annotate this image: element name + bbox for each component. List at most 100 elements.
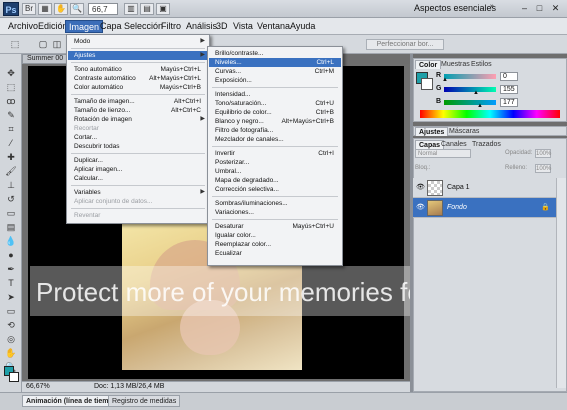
channel-slider-g[interactable] <box>444 87 496 92</box>
menu-item[interactable]: Sombras/iluminaciones... <box>209 199 341 208</box>
zoom-tool-icon[interactable]: 🔍 <box>70 3 84 15</box>
channel-knob-icon[interactable]: ▲ <box>442 77 448 83</box>
menu-item[interactable]: Igualar color... <box>209 231 341 240</box>
tab-channels[interactable]: Canales <box>438 140 470 149</box>
channel-value-g[interactable]: 155 <box>500 85 518 94</box>
menu-item[interactable]: Cortar... <box>68 133 208 142</box>
menu-item[interactable]: Duplicar... <box>68 156 208 165</box>
menu-item[interactable]: Variaciones... <box>209 208 341 217</box>
pen-tool-icon[interactable]: ✒ <box>4 264 18 275</box>
crop-tool-icon[interactable]: ⌗ <box>4 124 18 135</box>
zoom-level-field[interactable]: 66,7 <box>88 3 118 15</box>
healing-brush-icon[interactable]: ✚ <box>4 152 18 163</box>
tab-adjustments[interactable]: Ajustes <box>415 127 449 136</box>
gradient-tool-icon[interactable]: ▤ <box>4 222 18 233</box>
minimize-button[interactable]: – <box>518 2 531 15</box>
visibility-eye-icon[interactable]: 👁 <box>416 204 425 212</box>
menu-item[interactable]: Variables <box>68 188 208 197</box>
menu-item[interactable]: Aplicar imagen... <box>68 165 208 174</box>
hand-tool-icon[interactable]: ✋ <box>4 348 18 359</box>
dodge-tool-icon[interactable]: ● <box>4 250 18 261</box>
menu-item[interactable]: Reemplazar color... <box>209 240 341 249</box>
menu-item[interactable]: Posterizar... <box>209 158 341 167</box>
menu-item[interactable]: Filtro de fotografía... <box>209 126 341 135</box>
menu-item[interactable]: Descubrir todas <box>68 142 208 151</box>
menu-item-label: Mapa de degradado... <box>215 177 279 184</box>
menu-item[interactable]: Brillo/contraste... <box>209 49 341 58</box>
3d-orbit-icon[interactable]: ◎ <box>4 334 18 345</box>
shape-tool-icon[interactable]: ▭ <box>4 306 18 317</box>
type-tool-icon[interactable]: T <box>4 278 18 289</box>
visibility-eye-icon[interactable]: 👁 <box>416 184 425 192</box>
marquee-preset-icon[interactable]: ⬚ <box>8 39 22 50</box>
menu-shortcut: Mayús+Ctrl+U <box>292 223 334 230</box>
opacity-field[interactable]: 100% <box>535 149 551 158</box>
color-spectrum-bar[interactable] <box>420 110 560 118</box>
menu-item[interactable]: Rotación de imagen <box>68 115 208 124</box>
eyedropper-tool-icon[interactable]: ⁄ <box>4 138 18 149</box>
add-selection-icon[interactable]: ◫ <box>50 39 64 50</box>
view-extras-icon[interactable]: ▥ <box>124 3 138 15</box>
blend-mode-select[interactable]: Normal <box>415 149 471 158</box>
menu-item[interactable]: Exposición... <box>209 76 341 85</box>
channel-value-r[interactable]: 0 <box>500 72 518 81</box>
3d-rotate-icon[interactable]: ⟲ <box>4 320 18 331</box>
move-tool-icon[interactable]: ✥ <box>4 68 18 79</box>
brush-tool-icon[interactable]: 🖌 <box>4 166 18 177</box>
eraser-tool-icon[interactable]: ▭ <box>4 208 18 219</box>
zoom-status[interactable]: 66,67% <box>26 382 56 391</box>
color-background-swatch[interactable] <box>421 78 433 90</box>
menu-ayuda[interactable]: Ayuda <box>287 20 318 33</box>
close-button[interactable]: ✕ <box>549 2 562 15</box>
menu-item-label: Mezclador de canales... <box>215 136 284 143</box>
new-selection-icon[interactable]: ▢ <box>36 39 50 50</box>
mini-bridge-icon[interactable]: ▦ <box>38 3 52 15</box>
menu-filtro[interactable]: Filtro <box>158 20 184 33</box>
blur-tool-icon[interactable]: 💧 <box>4 236 18 247</box>
menu-shortcut: Mayús+Ctrl+B <box>159 84 201 91</box>
history-brush-icon[interactable]: ↺ <box>4 194 18 205</box>
menu-item[interactable]: Modo <box>68 37 208 46</box>
menu-item[interactable]: Mapa de degradado... <box>209 176 341 185</box>
menu-item[interactable]: Umbral... <box>209 167 341 176</box>
marquee-tool-icon[interactable]: ⬚ <box>4 82 18 93</box>
layer-row[interactable]: 👁 Capa 1 <box>413 178 556 198</box>
bridge-icon[interactable]: Br <box>22 3 36 15</box>
tab-measurement-log[interactable]: Registro de medidas <box>108 395 181 407</box>
menu-item[interactable]: Mezclador de canales... <box>209 135 341 144</box>
restore-button[interactable]: □ <box>533 2 546 15</box>
hand-icon[interactable]: ✋ <box>54 3 68 15</box>
menu-item-label: Tamaño de imagen... <box>74 98 135 105</box>
channel-value-b[interactable]: 177 <box>500 98 518 107</box>
quick-selection-icon[interactable]: ✎ <box>4 110 18 121</box>
tab-paths[interactable]: Trazados <box>469 140 504 149</box>
lasso-tool-icon[interactable]: ꝏ <box>4 96 18 107</box>
menu-item[interactable]: Intensidad... <box>209 90 341 99</box>
menu-item[interactable]: Ecualizar <box>209 249 341 258</box>
menu-item-label: Ajustes <box>74 52 96 59</box>
menu-item[interactable]: Ajustes <box>68 51 208 60</box>
menu-item[interactable]: Calcular... <box>68 174 208 183</box>
refine-edge-button[interactable]: Perfeccionar bor... <box>366 39 444 50</box>
tab-styles[interactable]: Estilos <box>468 60 495 69</box>
workspace-switcher[interactable]: Aspectos esenciales <box>414 2 502 15</box>
layer-row[interactable]: 👁 Fondo 🔒 <box>413 198 556 218</box>
background-color-swatch[interactable] <box>9 372 19 382</box>
menu-item-label: Invertir <box>215 150 235 157</box>
channel-slider-b[interactable] <box>444 100 496 105</box>
layers-scrollbar[interactable] <box>556 178 566 388</box>
menu-3d[interactable]: 3D <box>213 20 231 33</box>
arrange-documents-icon[interactable]: ▤ <box>140 3 154 15</box>
path-selection-icon[interactable]: ➤ <box>4 292 18 303</box>
clone-stamp-icon[interactable]: ⊥ <box>4 180 18 191</box>
screen-mode-icon[interactable]: ▣ <box>156 3 170 15</box>
channel-knob-icon[interactable]: ▲ <box>477 103 483 109</box>
fill-field[interactable]: 100% <box>535 164 551 173</box>
tab-masks[interactable]: Máscaras <box>446 127 482 136</box>
workspace-chevron-icon[interactable]: » <box>490 3 494 10</box>
menu-item-label: Equilibrio de color... <box>215 109 272 116</box>
channel-slider-r[interactable] <box>444 74 496 79</box>
channel-knob-icon[interactable]: ▲ <box>473 90 479 96</box>
menu-vista[interactable]: Vista <box>230 20 256 33</box>
menu-item[interactable]: Corrección selectiva... <box>209 185 341 194</box>
